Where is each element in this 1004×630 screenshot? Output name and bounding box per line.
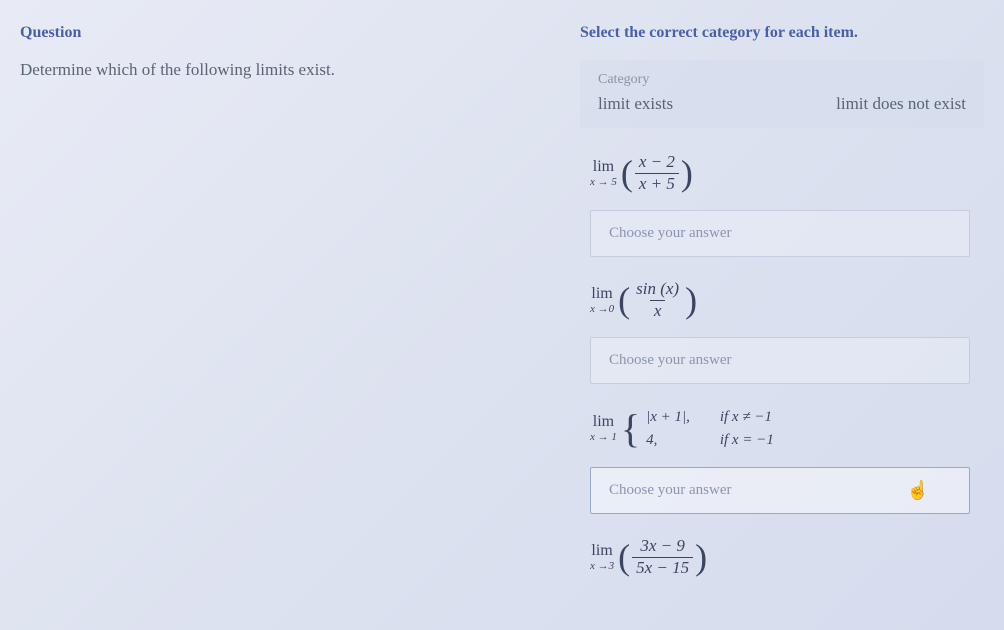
category-box: Category limit exists limit does not exi…: [580, 60, 984, 128]
limit-item: lim x → 5 ( x − 2 x + 5 ) Choose your an…: [580, 152, 984, 257]
limit-item: lim x → 1 { |x + 1|, if x ≠ −1 4, if x =…: [580, 406, 984, 514]
question-heading: Question: [20, 24, 540, 42]
dropdown-placeholder: Choose your answer: [609, 482, 731, 498]
answer-dropdown[interactable]: Choose your answer: [590, 337, 970, 384]
math-expression: lim x → 1 { |x + 1|, if x ≠ −1 4, if x =…: [590, 406, 984, 451]
cursor-icon: ☝: [907, 480, 929, 501]
category-option-exists: limit exists: [598, 94, 673, 114]
limit-item: lim x →3 ( 3x − 9 5x − 15 ): [580, 536, 984, 578]
math-expression: lim x → 5 ( x − 2 x + 5 ): [590, 152, 984, 194]
question-text: Determine which of the following limits …: [20, 60, 540, 80]
category-label: Category: [598, 72, 966, 88]
category-option-not-exist: limit does not exist: [836, 94, 966, 114]
dropdown-placeholder: Choose your answer: [609, 225, 731, 241]
math-expression: lim x →3 ( 3x − 9 5x − 15 ): [590, 536, 984, 578]
limit-item: lim x →0 ( sin (x) x ) Choose your answe…: [580, 279, 984, 384]
math-expression: lim x →0 ( sin (x) x ): [590, 279, 984, 321]
answer-dropdown[interactable]: Choose your answer: [590, 210, 970, 257]
instruction-text: Select the correct category for each ite…: [580, 24, 984, 42]
answer-dropdown[interactable]: Choose your answer ☝: [590, 467, 970, 514]
dropdown-placeholder: Choose your answer: [609, 352, 731, 368]
